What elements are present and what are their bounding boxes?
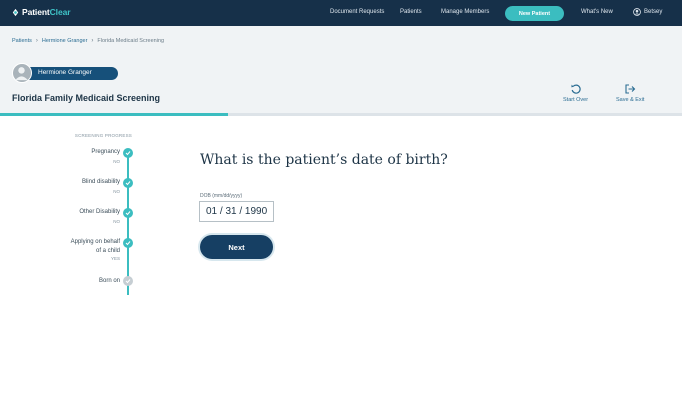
nav-manage-members[interactable]: Manage Members [441,9,489,15]
dob-field-label: DOB (mm/dd/yyyy) [200,193,243,199]
start-over-button[interactable]: Start Over [563,83,588,103]
user-menu[interactable]: Betsey [633,8,662,16]
step-blind-disability[interactable]: Blind disability NO [82,178,120,194]
start-over-label: Start Over [563,97,589,103]
page-title: Florida Family Medicaid Screening [12,93,161,103]
step-other-disability[interactable]: Other Disability NO [79,208,120,224]
user-circle-icon [633,8,641,16]
screening-progress-heading: SCREENING PROGRESS [74,133,132,138]
page-header: Patients › Hermione Granger › Florida Me… [0,26,682,113]
exit-icon [625,84,636,94]
progress-bar [0,113,682,116]
check-icon [123,276,133,286]
logo-mark-icon [12,8,19,16]
nav-document-requests[interactable]: Document Requests [330,9,384,15]
step-born-on[interactable]: Born on [99,277,120,286]
progress-fill [0,113,229,116]
top-nav: PatientClear Document Requests Patients … [0,0,682,26]
question-heading: What is the patient’s date of birth? [200,152,448,168]
logo-text-primary: Patient [22,7,50,17]
next-button[interactable]: Next [200,235,273,259]
patient-name: Hermione Granger [38,69,92,76]
breadcrumb-patient[interactable]: Hermione Granger [42,38,88,44]
step-pregnancy[interactable]: Pregnancy NO [91,148,120,164]
breadcrumb: Patients › Hermione Granger › Florida Me… [12,38,164,44]
chevron-right-icon: › [91,38,94,44]
check-icon [123,238,133,248]
undo-icon [570,84,581,94]
chevron-right-icon: › [35,38,38,44]
logo-text-accent: Clear [49,7,71,17]
avatar [12,63,32,83]
nav-patients[interactable]: Patients [400,9,422,15]
breadcrumb-current: Florida Medicaid Screening [97,38,165,44]
logo[interactable]: PatientClear [11,7,71,17]
check-icon [123,148,133,158]
progress-rail [127,150,129,295]
new-patient-button[interactable]: New Patient [505,6,564,21]
user-avatar-icon [15,67,28,81]
nav-whats-new[interactable]: What's New [581,9,613,15]
check-icon [123,178,133,188]
save-exit-label: Save & Exit [616,97,645,103]
screening-progress: SCREENING PROGRESS Pregnancy NO Blind di… [60,130,140,300]
check-icon [123,208,133,218]
save-exit-button[interactable]: Save & Exit [616,83,644,103]
breadcrumb-patients[interactable]: Patients [12,38,32,44]
step-applying-for-child[interactable]: Applying on behalf of a child YES [68,238,120,261]
user-name: Betsey [644,9,663,15]
dob-field[interactable] [199,201,274,222]
